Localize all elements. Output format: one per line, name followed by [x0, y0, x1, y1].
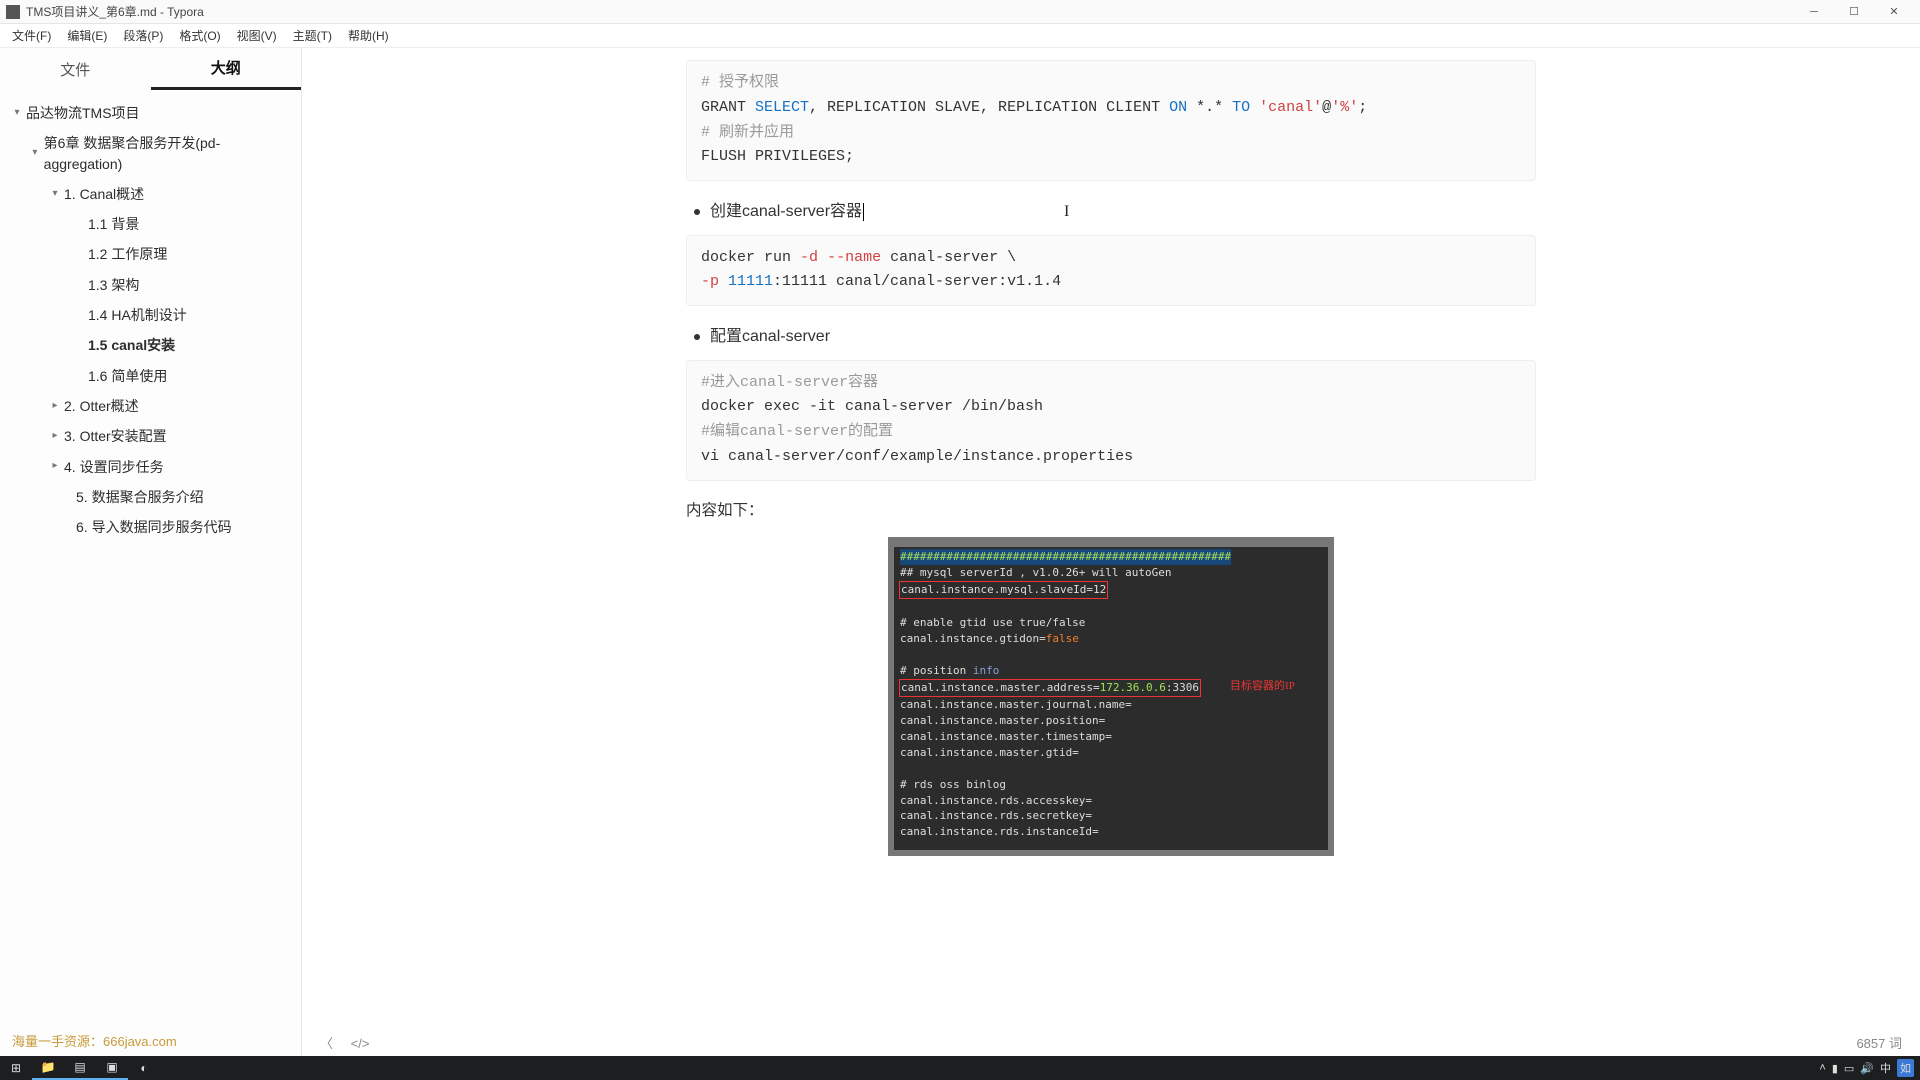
window-minimize-button[interactable]: ─ [1794, 1, 1834, 23]
tab-files[interactable]: 文件 [0, 48, 151, 90]
outline-item-4[interactable]: ▸4. 设置同步任务 [6, 452, 295, 482]
outline-item-root[interactable]: ▾品达物流TMS项目 [6, 98, 295, 128]
menu-edit[interactable]: 编辑(E) [59, 25, 115, 46]
menu-file[interactable]: 文件(F) [4, 25, 59, 46]
editor-area[interactable]: # 授予权限 GRANT SELECT, REPLICATION SLAVE, … [302, 48, 1920, 1056]
outline-item-3[interactable]: ▸3. Otter安装配置 [6, 421, 295, 451]
tray-battery-icon[interactable]: ▮ [1832, 1062, 1838, 1075]
menu-format[interactable]: 格式(O) [171, 25, 228, 46]
outline-item-chapter[interactable]: ▾第6章 数据聚合服务开发(pd-aggregation) [6, 128, 295, 179]
highlight-slave-id: canal.instance.mysql.slaveId=12 [899, 581, 1108, 599]
outline-item-1-3[interactable]: ·1.3 架构 [6, 270, 295, 300]
code-block-docker-run[interactable]: docker run -d --name canal-server \ -p 1… [686, 235, 1536, 307]
taskbar-app-explorer[interactable]: 📁 [32, 1056, 64, 1080]
outline-label: 1. Canal概述 [64, 184, 144, 204]
outline-label: 3. Otter安装配置 [64, 426, 167, 446]
outline-item-1-2[interactable]: ·1.2 工作原理 [6, 239, 295, 269]
status-bar: 〈 </> 6857 词 [302, 1028, 1920, 1056]
text-caret [863, 203, 864, 221]
source-mode-toggle[interactable]: </> [351, 1036, 370, 1051]
taskbar-app-browser[interactable]: ◐ [128, 1056, 160, 1080]
outline-label: 5. 数据聚合服务介绍 [76, 487, 204, 507]
bullet-dot-icon [694, 334, 700, 340]
outline-label: 1.3 架构 [88, 275, 139, 295]
outline-item-1-5[interactable]: ·1.5 canal安装 [6, 330, 295, 360]
window-title: TMS项目讲义_第6章.md - Typora [26, 3, 1794, 20]
outline-item-1[interactable]: ▾1. Canal概述 [6, 179, 295, 209]
outline-label: 1.1 背景 [88, 214, 139, 234]
bullet-config-canal[interactable]: 配置canal-server [694, 324, 1536, 350]
outline-tree: ▾品达物流TMS项目 ▾第6章 数据聚合服务开发(pd-aggregation)… [0, 90, 301, 1056]
chevron-down-icon[interactable]: ▾ [10, 106, 24, 121]
outline-label: 6. 导入数据同步服务代码 [76, 517, 232, 537]
tray-volume-icon[interactable]: 🔊 [1860, 1062, 1874, 1075]
outline-label: 1.4 HA机制设计 [88, 305, 187, 325]
embedded-screenshot: ########################################… [888, 537, 1334, 856]
outline-label: 2. Otter概述 [64, 396, 139, 416]
paragraph-content-below[interactable]: 内容如下： [686, 499, 1536, 524]
menu-help[interactable]: 帮助(H) [340, 25, 397, 46]
nav-back-button[interactable]: 〈 [320, 1036, 333, 1051]
taskbar-app-typora[interactable]: ▣ [96, 1056, 128, 1080]
menubar: 文件(F) 编辑(E) 段落(P) 格式(O) 视图(V) 主题(T) 帮助(H… [0, 24, 1920, 48]
tray-ime-icon[interactable]: 中 [1880, 1060, 1891, 1076]
sidebar-tabs: 文件 大纲 [0, 48, 301, 90]
highlight-master-address: canal.instance.master.address=172.36.0.6… [899, 679, 1201, 697]
menu-view[interactable]: 视图(V) [229, 25, 285, 46]
outline-label: 1.6 简单使用 [88, 366, 167, 386]
chevron-down-icon[interactable]: ▾ [48, 187, 62, 202]
window-close-button[interactable]: ✕ [1874, 1, 1914, 23]
bullet-text: 配置canal-server [710, 324, 830, 350]
text-cursor-mark: I [1064, 199, 1069, 225]
bullet-text: 创建canal-server容器 [710, 199, 862, 225]
outline-item-2[interactable]: ▸2. Otter概述 [6, 391, 295, 421]
outline-label: 1.2 工作原理 [88, 244, 167, 264]
menu-theme[interactable]: 主题(T) [285, 25, 340, 46]
outline-item-1-4[interactable]: ·1.4 HA机制设计 [6, 300, 295, 330]
chevron-right-icon[interactable]: ▸ [48, 459, 62, 474]
outline-item-1-6[interactable]: ·1.6 简单使用 [6, 361, 295, 391]
code-block-grant[interactable]: # 授予权限 GRANT SELECT, REPLICATION SLAVE, … [686, 60, 1536, 181]
window-titlebar: TMS项目讲义_第6章.md - Typora ─ ☐ ✕ [0, 0, 1920, 24]
system-tray[interactable]: ˄ ▮ ▭ 🔊 中 如 [1819, 1059, 1920, 1077]
bullet-create-canal-container[interactable]: 创建canal-server容器 I [694, 199, 1536, 225]
bullet-dot-icon [694, 209, 700, 215]
sidebar-promo-text: 海量一手资源：666java.com [12, 1031, 177, 1050]
tray-app-icon[interactable]: 如 [1897, 1059, 1914, 1077]
code-block-docker-exec[interactable]: #进入canal-server容器 docker exec -it canal-… [686, 360, 1536, 481]
outline-label: 4. 设置同步任务 [64, 457, 164, 477]
sidebar: 文件 大纲 ▾品达物流TMS项目 ▾第6章 数据聚合服务开发(pd-aggreg… [0, 48, 302, 1056]
outline-item-1-1[interactable]: ·1.1 背景 [6, 209, 295, 239]
chevron-right-icon[interactable]: ▸ [48, 429, 62, 444]
tray-chevron-icon[interactable]: ˄ [1819, 1062, 1825, 1074]
outline-label: 品达物流TMS项目 [26, 103, 140, 123]
outline-label: 1.5 canal安装 [88, 335, 175, 355]
chevron-right-icon[interactable]: ▸ [48, 399, 62, 414]
outline-label: 第6章 数据聚合服务开发(pd-aggregation) [44, 133, 293, 174]
window-maximize-button[interactable]: ☐ [1834, 1, 1874, 23]
taskbar-app-editor[interactable]: ▤ [64, 1056, 96, 1080]
word-count[interactable]: 6857 词 [1856, 1036, 1902, 1051]
start-button[interactable]: ⊞ [0, 1056, 32, 1080]
tab-outline[interactable]: 大纲 [151, 48, 302, 90]
tray-network-icon[interactable]: ▭ [1844, 1062, 1854, 1075]
windows-taskbar: ⊞ 📁 ▤ ▣ ◐ ˄ ▮ ▭ 🔊 中 如 [0, 1056, 1920, 1080]
app-icon [6, 5, 20, 19]
annotation-target-ip: 目标容器的IP [1230, 679, 1295, 695]
outline-item-6[interactable]: ·6. 导入数据同步服务代码 [6, 512, 295, 542]
menu-paragraph[interactable]: 段落(P) [115, 25, 171, 46]
chevron-down-icon[interactable]: ▾ [28, 146, 42, 161]
outline-item-5[interactable]: ·5. 数据聚合服务介绍 [6, 482, 295, 512]
